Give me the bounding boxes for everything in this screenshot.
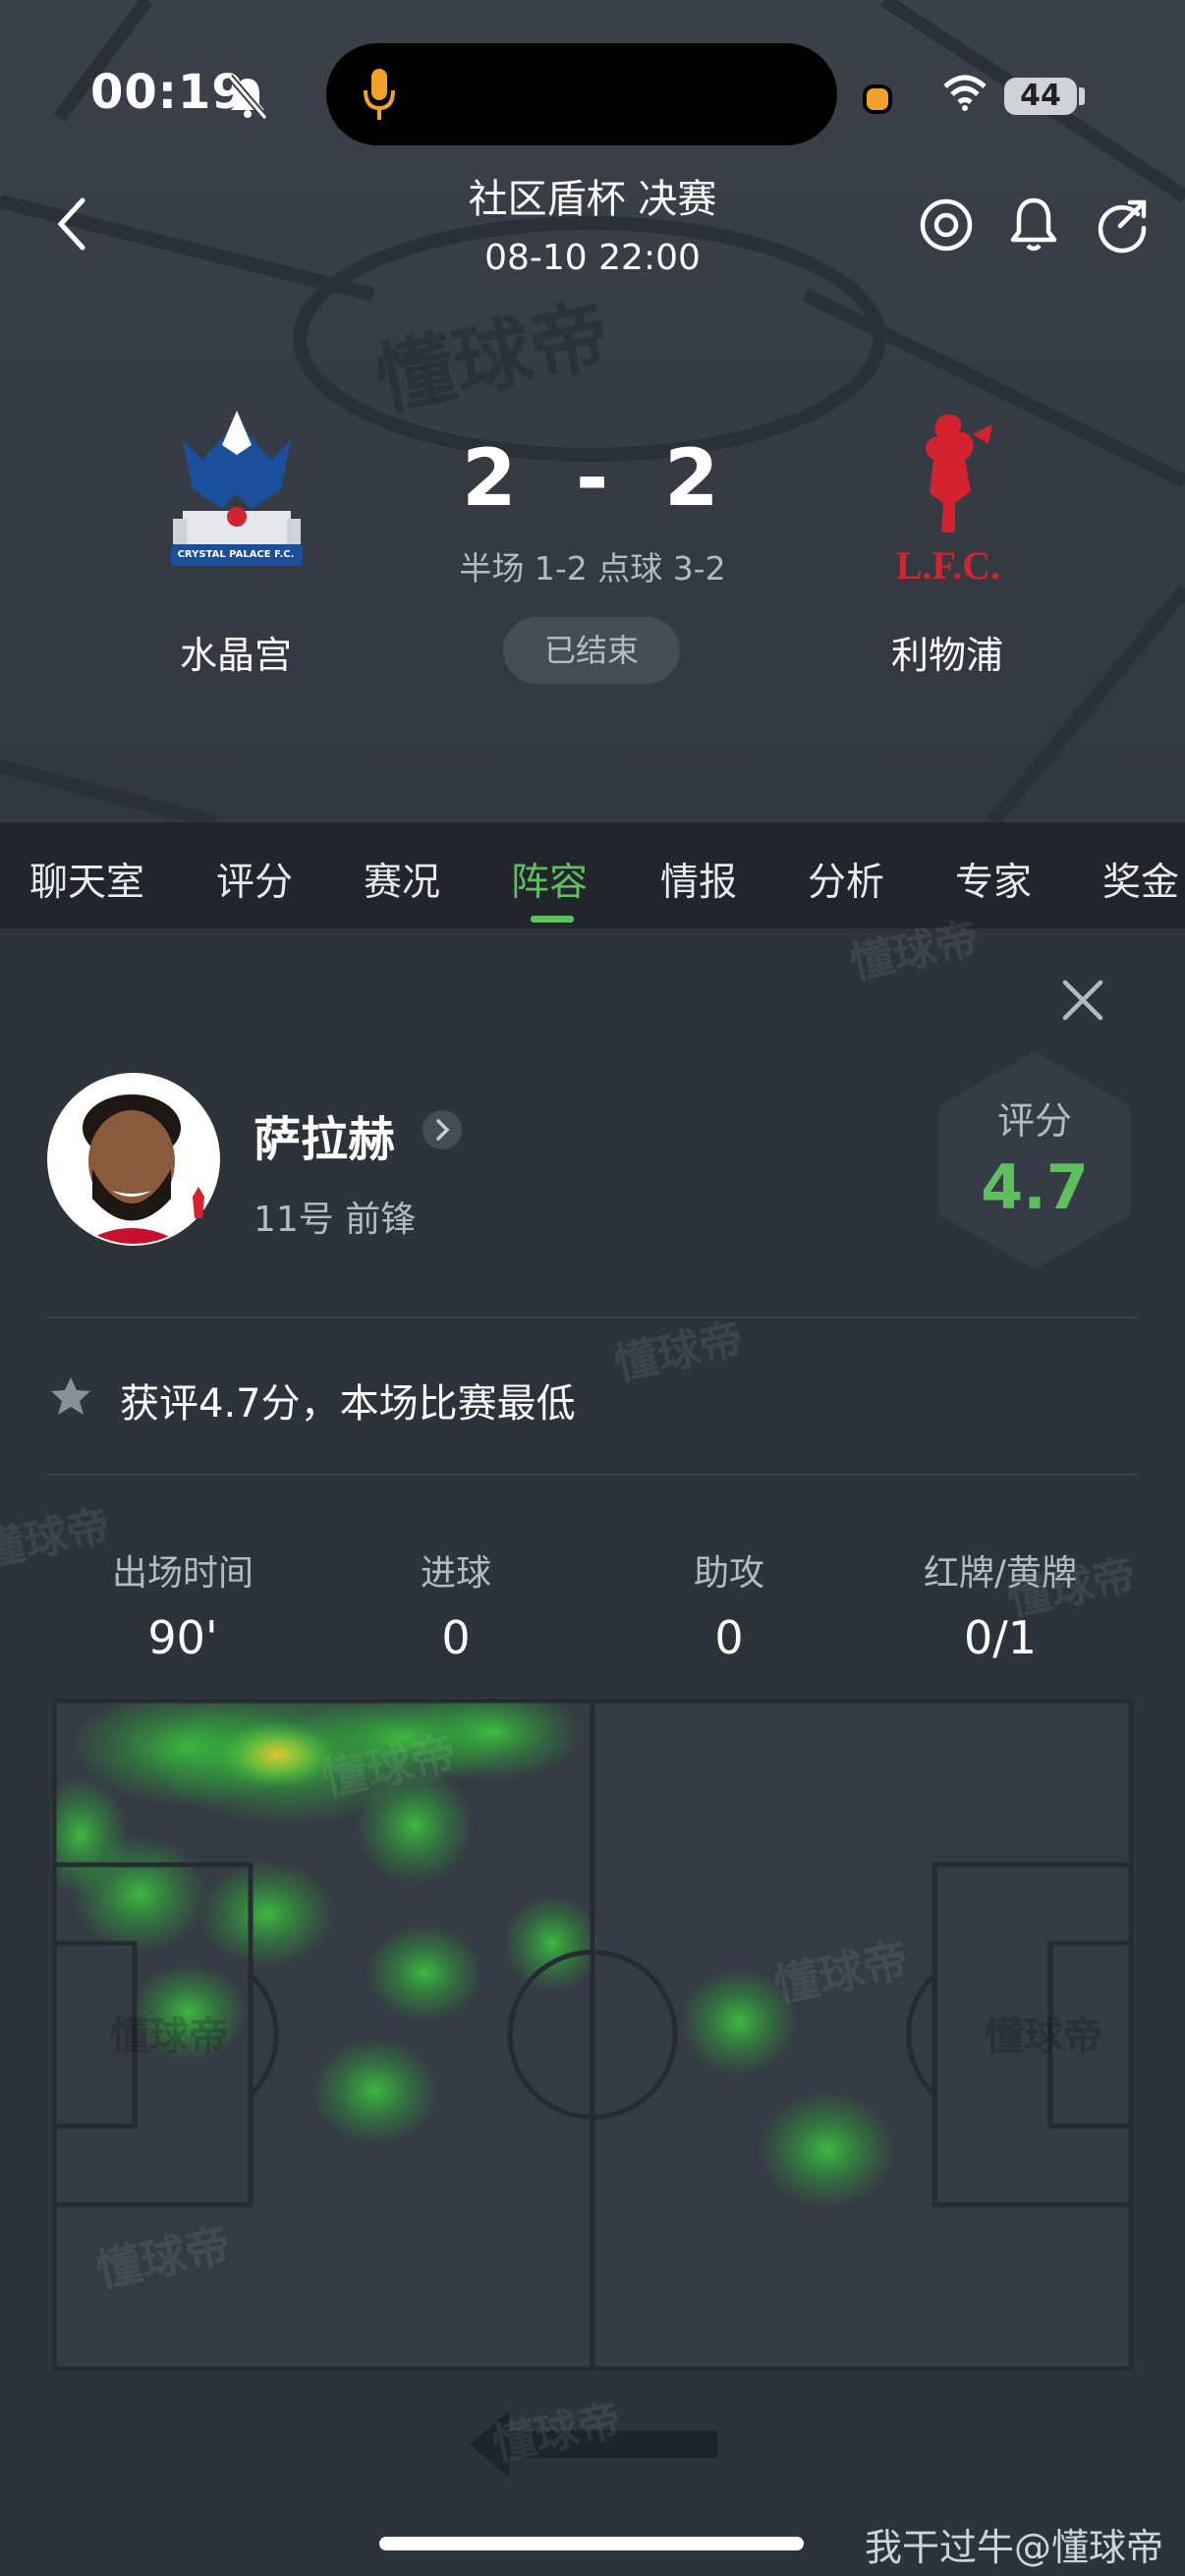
divider <box>46 1474 1137 1476</box>
tab-bar: 聊天室 评分 赛况 阵容 情报 分析 专家 奖金 <box>0 822 1185 928</box>
battery-icon <box>1079 87 1085 105</box>
tab-ratings[interactable]: 评分 <box>216 852 293 907</box>
status-time: 00:19 <box>90 65 246 120</box>
stat-value-minutes: 90' <box>147 1611 218 1664</box>
chevron-right-icon[interactable] <box>421 1108 464 1151</box>
home-indicator[interactable] <box>379 2537 804 2550</box>
home-score: 2 <box>462 432 517 524</box>
mic-icon <box>364 69 395 120</box>
bell-icon[interactable] <box>1006 193 1061 255</box>
wifi-icon <box>943 75 987 111</box>
match-header: 懂球帝 00:19 44 社区盾杯 决赛 08-10 22:00 CRYSTAL… <box>0 0 1185 822</box>
tab-bonus[interactable]: 奖金 <box>1102 852 1179 907</box>
divider <box>46 1316 1137 1318</box>
player-name[interactable]: 萨拉赫 <box>254 1100 395 1169</box>
tab-intel[interactable]: 情报 <box>660 852 737 907</box>
pitch-watermark: 懂球帝 <box>110 2014 228 2059</box>
stat-label-goals: 进球 <box>420 1553 491 1594</box>
rating-value: 4.7 <box>981 1151 1089 1223</box>
away-score: 2 <box>664 432 719 524</box>
star-icon <box>51 1377 90 1415</box>
stat-value-goals: 0 <box>441 1611 471 1664</box>
tab-lineup[interactable]: 阵容 <box>511 852 588 907</box>
liverpool-logo <box>926 415 992 532</box>
score-separator: - <box>576 432 609 524</box>
stat-label-cards: 红牌/黄牌 <box>923 1553 1078 1594</box>
battery-level: 44 <box>1004 78 1077 115</box>
away-team-name[interactable]: 利物浦 <box>800 625 1095 679</box>
home-team-name[interactable]: 水晶宫 <box>88 625 383 679</box>
active-tab-indicator <box>531 916 574 923</box>
tab-chat[interactable]: 聊天室 <box>29 852 144 907</box>
rating-note: 获评4.7分，本场比赛最低 <box>120 1381 576 1427</box>
recording-indicator <box>863 84 892 114</box>
share-icon[interactable] <box>1093 195 1152 253</box>
dynamic-island <box>326 43 837 145</box>
rating-label: 评分 <box>996 1099 1072 1143</box>
footer-credit: 我干过牛@懂球帝 <box>865 2526 1164 2569</box>
stat-label-assists: 助攻 <box>693 1553 764 1594</box>
stat-label-minutes: 出场时间 <box>111 1553 254 1594</box>
stat-value-assists: 0 <box>714 1611 744 1664</box>
heatmap-pitch: 懂球帝 懂球帝 懂球帝 懂球帝 懂球帝 <box>51 1698 1134 2372</box>
target-icon[interactable] <box>918 196 975 253</box>
close-icon[interactable] <box>1059 977 1106 1024</box>
pitch-watermark: 懂球帝 <box>985 2014 1102 2059</box>
bell-muted-icon <box>227 74 268 120</box>
tab-experts[interactable]: 专家 <box>955 852 1032 907</box>
stat-value-cards: 0/1 <box>963 1611 1038 1664</box>
avatar[interactable] <box>45 1071 222 1248</box>
tab-analysis[interactable]: 分析 <box>808 852 884 907</box>
match-status-badge: 已结束 <box>503 617 680 684</box>
tab-live[interactable]: 赛况 <box>364 852 440 907</box>
player-info: 11号 前锋 <box>254 1200 417 1240</box>
match-details: 半场 1-2 点球 3-2 <box>459 549 726 588</box>
